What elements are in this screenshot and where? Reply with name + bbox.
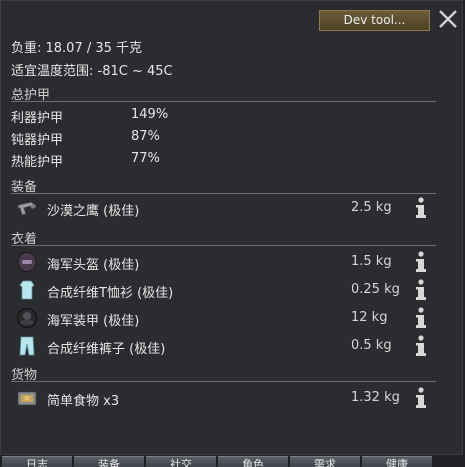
- item-name: 合成纤维裤子 (极佳): [47, 342, 166, 357]
- info-icon[interactable]: [413, 334, 429, 358]
- armor-value: 87%: [131, 129, 160, 144]
- tab-health[interactable]: 健康: [362, 456, 432, 467]
- armor-value: 149%: [131, 107, 169, 122]
- close-icon: [439, 10, 457, 28]
- inventory-section-header: 货物: [11, 364, 436, 383]
- comfy-temperature-stat: 适宜温度范围: -81C ~ 45C: [11, 64, 173, 79]
- dev-tool-button[interactable]: Dev tool...: [319, 10, 430, 31]
- item-weight: 12 kg: [351, 310, 388, 325]
- close-button[interactable]: [436, 7, 460, 31]
- item-weight: 0.5 kg: [351, 338, 392, 353]
- apparel-item-row[interactable]: 海军装甲 (极佳) 12 kg: [11, 305, 436, 331]
- item-name: 合成纤维T恤衫 (极佳): [47, 286, 174, 301]
- section-divider: [11, 101, 436, 102]
- info-icon[interactable]: [413, 278, 429, 302]
- item-name: 简单食物 x3: [47, 394, 120, 409]
- item-name: 沙漠之鹰 (极佳): [47, 204, 140, 219]
- armor-value: 77%: [131, 151, 160, 166]
- inventory-item-row[interactable]: 简单食物 x3 1.32 kg: [11, 385, 436, 411]
- item-name: 海军头盔 (极佳): [47, 258, 140, 273]
- pistol-icon: [17, 201, 36, 216]
- tshirt-icon: [19, 280, 35, 300]
- mass-stat: 负重: 18.07 / 35 千克: [11, 41, 143, 56]
- info-icon[interactable]: [413, 250, 429, 274]
- armor-label: 热能护甲: [11, 155, 64, 170]
- bottom-tab-bar: 日志 装备 社交 角色 需求 健康: [0, 456, 465, 467]
- info-icon[interactable]: [413, 306, 429, 330]
- section-divider: [11, 381, 436, 382]
- equipment-section-header: 装备: [11, 176, 436, 195]
- pants-icon: [19, 336, 35, 356]
- section-divider: [11, 193, 436, 194]
- item-weight: 1.5 kg: [351, 254, 392, 269]
- item-weight: 2.5 kg: [351, 200, 392, 215]
- item-weight: 0.25 kg: [351, 282, 400, 297]
- armor-label: 利器护甲: [11, 111, 64, 126]
- info-icon[interactable]: [413, 386, 429, 410]
- tab-social[interactable]: 社交: [146, 456, 216, 467]
- equipment-item-row[interactable]: 沙漠之鹰 (极佳) 2.5 kg: [11, 195, 436, 221]
- tab-needs[interactable]: 需求: [290, 456, 360, 467]
- character-gear-panel: Dev tool... 负重: 18.07 / 35 千克 适宜温度范围: -8…: [0, 0, 463, 455]
- helmet-icon: [17, 252, 37, 272]
- armor-icon: [17, 308, 37, 328]
- apparel-section-header: 衣着: [11, 228, 436, 247]
- tab-log[interactable]: 日志: [2, 456, 72, 467]
- item-weight: 1.32 kg: [351, 390, 400, 405]
- armor-label: 钝器护甲: [11, 133, 64, 148]
- section-divider: [11, 245, 436, 246]
- item-name: 海军装甲 (极佳): [47, 314, 140, 329]
- apparel-item-row[interactable]: 合成纤维T恤衫 (极佳) 0.25 kg: [11, 277, 436, 303]
- meal-icon: [17, 391, 37, 406]
- tab-character[interactable]: 角色: [218, 456, 288, 467]
- apparel-item-row[interactable]: 合成纤维裤子 (极佳) 0.5 kg: [11, 333, 436, 359]
- armor-section-header: 总护甲: [11, 84, 436, 103]
- apparel-item-row[interactable]: 海军头盔 (极佳) 1.5 kg: [11, 249, 436, 275]
- tab-gear[interactable]: 装备: [74, 456, 144, 467]
- info-icon[interactable]: [413, 196, 429, 220]
